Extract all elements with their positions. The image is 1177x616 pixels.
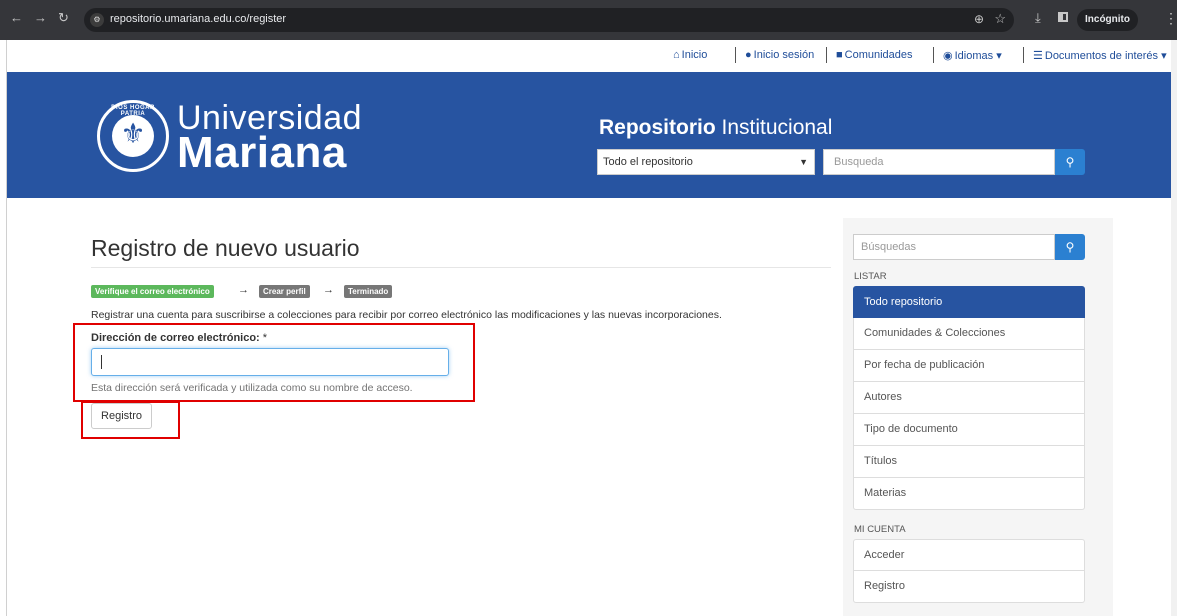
browse-heading: LISTAR <box>854 271 887 282</box>
highlight-register-button <box>81 401 180 439</box>
account-list: Acceder Registro <box>853 539 1085 603</box>
nav-inicio-label: Inicio <box>681 49 708 61</box>
search-scope-value: Todo el repositorio <box>603 156 693 168</box>
sidebar-item-registro[interactable]: Registro <box>853 571 1085 603</box>
nav-idiomas[interactable]: ◉ Idiomas ▾ <box>943 49 1002 62</box>
nav-login-label: Inicio sesión <box>753 49 815 61</box>
nav-inicio[interactable]: ⌂ Inicio <box>673 49 707 61</box>
sidebar-item-comunidades-colecciones[interactable]: Comunidades & Colecciones <box>853 318 1085 350</box>
highlight-email-section <box>73 323 475 402</box>
nav-divider <box>826 47 827 63</box>
seal-inner: ⚜ <box>112 115 154 157</box>
nav-documentos[interactable]: ☰ Documentos de interés ▾ <box>1033 49 1167 62</box>
university-seal-logo[interactable]: DIOS HOGAR PATRIA ⚜ <box>97 100 169 172</box>
step-verify-email: Verifique el correo electrónico <box>91 285 214 298</box>
reload-icon[interactable]: ↻ <box>58 11 69 25</box>
chevron-down-icon: ▾ <box>1161 50 1167 62</box>
nav-divider <box>933 47 934 63</box>
repository-title-bold: Repositorio <box>599 116 716 139</box>
step-finished: Terminado <box>344 285 393 298</box>
nav-comunidades[interactable]: ■ Comunidades <box>836 49 913 61</box>
user-icon: ● <box>745 49 752 61</box>
top-navigation: ⌂ Inicio ● Inicio sesión ■ Comunidades ◉ Idi… <box>7 40 1171 72</box>
download-icon[interactable]: ⤓ <box>1035 10 1041 26</box>
sidebar-item-materias[interactable]: Materias <box>853 478 1085 510</box>
intro-text: Registrar una cuenta para suscribirse a … <box>91 309 722 321</box>
sidebar-item-autores[interactable]: Autores <box>853 382 1085 414</box>
browser-toolbar: ← → ↻ ⚙ repositorio.umariana.edu.co/regi… <box>0 0 1177 40</box>
nav-divider <box>1023 47 1024 63</box>
repository-title: Repositorio Institucional <box>599 116 832 140</box>
chevron-down-icon: ▾ <box>996 50 1002 62</box>
header-search-input[interactable]: Busqueda <box>823 149 1055 175</box>
nav-divider <box>735 47 736 63</box>
forward-icon[interactable]: → <box>34 11 47 25</box>
search-scope-select[interactable]: Todo el repositorio ▼ <box>597 149 815 175</box>
fleur-de-lis-icon: ⚜ <box>120 118 146 149</box>
side-panel-icon[interactable] <box>1058 12 1068 22</box>
title-divider <box>91 267 831 268</box>
address-bar[interactable]: ⚙ repositorio.umariana.edu.co/register ⊕… <box>84 8 1014 32</box>
globe-icon: ◉ <box>943 50 953 62</box>
step-arrow: → <box>323 284 334 296</box>
sidebar-item-todo-repositorio[interactable]: Todo repositorio <box>853 286 1085 318</box>
search-icon: ⚲ <box>1065 240 1075 254</box>
sidebar-search-button[interactable]: ⚲ <box>1055 234 1085 260</box>
sidebar-item-tipo-documento[interactable]: Tipo de documento <box>853 414 1085 446</box>
step-arrow: → <box>238 284 249 296</box>
nav-comunidades-label: Comunidades <box>844 49 913 61</box>
sidebar-search-input[interactable]: Búsquedas <box>853 234 1055 260</box>
home-icon: ⌂ <box>673 49 680 61</box>
header-search-button[interactable]: ⚲ <box>1055 149 1085 175</box>
logo-mariana[interactable]: Mariana <box>177 130 347 176</box>
site-info-icon[interactable]: ⚙ <box>90 13 104 27</box>
nav-documentos-label: Documentos de interés <box>1044 50 1158 62</box>
browser-menu-icon[interactable]: ⋮ <box>1164 10 1177 27</box>
bookmark-star-icon[interactable]: ☆ <box>994 11 1006 27</box>
incognito-badge[interactable]: Incógnito <box>1077 9 1138 31</box>
search-icon: ⚲ <box>1065 155 1075 169</box>
nav-idiomas-label: Idiomas <box>954 50 994 62</box>
book-icon: ■ <box>836 49 843 61</box>
browse-list: Todo repositorio Comunidades & Coleccion… <box>853 286 1085 510</box>
page: ⌂ Inicio ● Inicio sesión ■ Comunidades ◉ Idi… <box>6 40 1171 616</box>
nav-login[interactable]: ● Inicio sesión <box>745 49 814 61</box>
page-scrollbar[interactable] <box>1171 40 1177 616</box>
step-create-profile: Crear perfil <box>259 285 310 298</box>
page-title: Registro de nuevo usuario <box>91 235 360 261</box>
url-text[interactable]: repositorio.umariana.edu.co/register <box>110 13 286 25</box>
repository-title-rest: Institucional <box>715 116 833 139</box>
sidebar-item-fecha-publicacion[interactable]: Por fecha de publicación <box>853 350 1085 382</box>
account-heading: MI CUENTA <box>854 524 906 535</box>
sidebar-item-titulos[interactable]: Títulos <box>853 446 1085 478</box>
back-icon[interactable]: ← <box>10 11 23 25</box>
sidebar-item-acceder[interactable]: Acceder <box>853 539 1085 571</box>
site-header: DIOS HOGAR PATRIA ⚜ Universidad Mariana … <box>7 72 1171 198</box>
chevron-down-icon: ▼ <box>799 157 808 167</box>
zoom-icon[interactable]: ⊕ <box>974 12 984 26</box>
list-icon: ☰ <box>1033 50 1043 62</box>
